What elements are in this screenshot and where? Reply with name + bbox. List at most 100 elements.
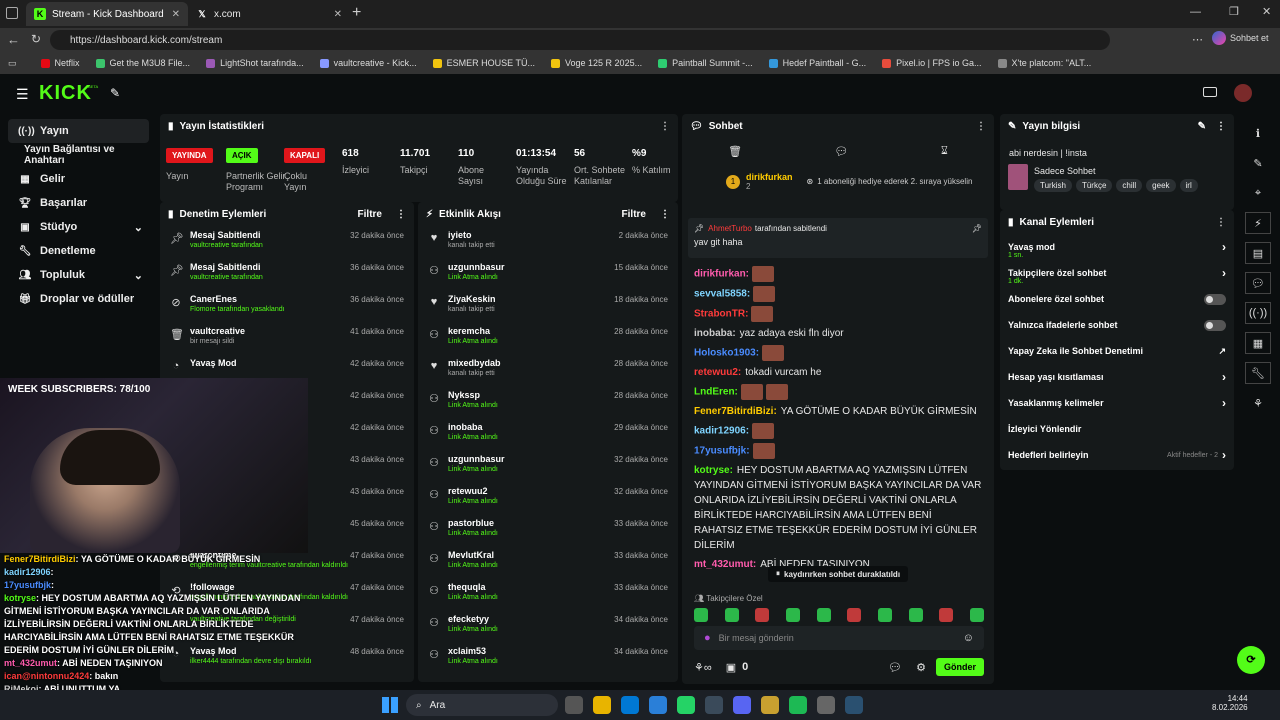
app-icon[interactable] (705, 696, 723, 714)
chat-username[interactable]: retewuu2: (694, 367, 741, 378)
emote-icon[interactable] (969, 608, 984, 622)
channel-action[interactable]: Abonelere özel sohbet (1000, 286, 1234, 312)
emote-icon[interactable] (877, 608, 892, 622)
list-item[interactable]: ♥ mixedbydab kanalı takip etti 28 dakika ön… (418, 354, 678, 386)
chat-username[interactable]: sevval5858: (694, 289, 750, 300)
channel-action[interactable]: Yapay Zeka ile Sohbet Denetimi ↗ (1000, 338, 1234, 364)
filter-button[interactable]: Filtre (622, 209, 646, 220)
bookmark-item[interactable]: Pixel.io | FPS io Ga... (882, 58, 982, 68)
tray-clock[interactable]: 14:44 8.02.2026 (1212, 694, 1248, 712)
chat-message[interactable]: kadir12906: (682, 421, 994, 441)
chat-settings-icon[interactable]: 💬︎ (888, 661, 902, 674)
chat-message[interactable]: kotryse: HEY DOSTUM ABARTMA AQ YAZMIŞSIN … (682, 461, 994, 555)
trash-icon[interactable]: 🗑︎ (728, 145, 742, 158)
emote-icon[interactable] (816, 608, 831, 622)
bookmark-item[interactable]: ESMER HOUSE TÜ... (432, 58, 535, 68)
list-item[interactable]: ⚇ xclaim53 Link Atma alındı 34 dakika önce (418, 642, 678, 674)
points-icon[interactable]: ▣ (726, 661, 736, 674)
pencil-icon[interactable]: ✎ (1198, 121, 1206, 132)
whatsapp-icon[interactable] (677, 696, 695, 714)
bookmark-item[interactable]: Netflix (40, 58, 80, 68)
list-item[interactable]: ⚇ keremcha Link Atma alındı 28 dakika önce (418, 322, 678, 354)
chat-message[interactable]: LndEren: (682, 382, 994, 402)
github-icon[interactable] (817, 696, 835, 714)
nav-studyo[interactable]: ▣ Stüdyo ⌄ (0, 215, 157, 239)
emote-icon[interactable] (694, 608, 708, 622)
file-explorer-icon[interactable] (593, 696, 611, 714)
list-item[interactable]: ♥ ZiyaKeskin kanalı takip etti 18 dakika ön… (418, 290, 678, 322)
nav-yayin-baglantisi[interactable]: Yayın Bağlantısı ve Anahtarı (0, 143, 157, 167)
url-field[interactable]: https://dashboard.kick.com/stream (50, 30, 1110, 50)
new-tab-icon[interactable]: + (352, 4, 361, 22)
chat-input[interactable]: ● Bir mesaj gönderin ☺ (694, 626, 984, 650)
tag-chip[interactable]: geek (1146, 179, 1176, 192)
chat-message[interactable]: Fener7BitirdiBizi: YA GÖTÜME O KADAR BÜYÜ… (682, 402, 994, 421)
bookmark-item[interactable]: Paintball Summit -... (658, 58, 753, 68)
list-item[interactable]: ⚇ thequqla Link Atma alındı 33 dakika önce (418, 578, 678, 610)
more-icon[interactable]: ⋮ (396, 209, 406, 220)
close-window-icon[interactable]: ✕ (1262, 5, 1271, 18)
wrench-icon[interactable]: 🔧︎ (1245, 362, 1271, 384)
chat-message[interactable]: inobaba: yaz adaya eski fln diyor (682, 324, 994, 343)
users-icon[interactable]: ⚘ (1245, 392, 1271, 414)
avatar[interactable] (1234, 84, 1252, 102)
tab-kick-dashboard[interactable]: K Stream - Kick Dashboard ✕ (26, 2, 188, 26)
list-item[interactable]: ⚇ MevlutKral Link Atma alındı 33 dakika önc… (418, 546, 678, 578)
tag-chip[interactable]: Türkçe (1075, 179, 1113, 192)
chat-message[interactable]: 17yusufbjk: (682, 441, 994, 461)
layout-icon[interactable] (1203, 87, 1217, 97)
bookmark-item[interactable]: X'te platcom: "ALT... (997, 58, 1091, 68)
kick-studio-icon[interactable] (761, 696, 779, 714)
toggle-switch[interactable] (1204, 293, 1226, 305)
chat-username[interactable]: kotryse: (694, 465, 733, 476)
chat-message[interactable]: retewuu2: tokadi vurcam he (682, 363, 994, 382)
back-icon[interactable]: ← (7, 32, 20, 47)
refresh-icon[interactable]: ↻ (31, 32, 41, 46)
minimize-icon[interactable]: — (1190, 6, 1201, 18)
list-item[interactable]: ⚇ retewuu2 Link Atma alındı 32 dakika önce (418, 482, 678, 514)
tab-x[interactable]: 𝕏 x.com ✕ (188, 2, 350, 26)
more-icon[interactable]: ⋮ (660, 121, 670, 132)
tag-chip[interactable]: Turkish (1034, 179, 1072, 192)
tag-chip[interactable]: chill (1116, 179, 1143, 192)
menu-icon[interactable]: ☰ (16, 86, 29, 103)
bolt-icon[interactable]: ⚡︎ (1245, 212, 1271, 234)
support-chat-icon[interactable]: ⟳ (1237, 646, 1265, 674)
chat-username[interactable]: LndEren: (694, 387, 738, 398)
doc-icon[interactable]: ▤ (1245, 242, 1271, 264)
chat-username[interactable]: Fener7BitirdiBizi: (694, 406, 777, 417)
emote-icon[interactable] (785, 608, 800, 622)
bubble-icon[interactable]: 💬︎ (835, 145, 849, 158)
list-item[interactable]: 📌︎ Mesaj Sabitlendi vaultcreative tarafınd… (160, 226, 414, 258)
collections-icon[interactable]: ▭ (8, 58, 17, 69)
emote-icon[interactable] (724, 608, 739, 622)
list-item[interactable]: ⚇ efecketyy Link Atma alındı 34 dakika önce (418, 610, 678, 642)
broadcast-icon[interactable]: ((·)) (1245, 302, 1271, 324)
bookmark-item[interactable]: vaultcreative - Kick... (319, 58, 417, 68)
nav-denetleme[interactable]: 🔧︎ Denetleme (0, 239, 157, 263)
list-item[interactable]: ⚇ uzgunnbasur Link Atma alındı 15 dakika ön… (418, 258, 678, 290)
list-item[interactable]: ♥ iyieto kanalı takip etti 2 dakika önce (418, 226, 678, 258)
chat-username[interactable]: Holosko1903: (694, 348, 759, 359)
nav-topluluk[interactable]: 👥︎ Topluluk ⌄ (0, 263, 157, 287)
nav-basarilar[interactable]: 🏆︎ Başarılar (0, 191, 157, 215)
list-item[interactable]: ⊘ CanerEnes Flomore tarafından yasaklandı 3… (160, 290, 414, 322)
hourglass-icon[interactable]: ⌛︎ (941, 145, 948, 158)
chat-username[interactable]: inobaba: (694, 328, 736, 339)
emote-icon[interactable] (908, 608, 923, 622)
nav-gelir[interactable]: ▦ Gelir (0, 167, 157, 191)
channel-action[interactable]: Yalnızca ifadelerle sohbet (1000, 312, 1234, 338)
chat-message[interactable]: sevval5858: (682, 284, 994, 304)
toggle-switch[interactable] (1204, 319, 1226, 331)
emoji-icon[interactable]: ☺ (963, 632, 974, 644)
chat-username[interactable]: StrabonTR: (694, 309, 748, 320)
restore-icon[interactable]: ❐ (1229, 5, 1239, 18)
steam-icon[interactable] (845, 696, 863, 714)
more-icon[interactable]: ⋮ (1216, 217, 1226, 228)
windows-start-icon[interactable] (382, 697, 398, 713)
channel-action[interactable]: İzleyici Yönlendir (1000, 416, 1234, 442)
list-item[interactable]: ⚇ Nykssp Link Atma alındı 28 dakika önce (418, 386, 678, 418)
emote-icon[interactable] (939, 608, 954, 622)
channel-action[interactable]: Yasaklanmış kelimeler › (1000, 390, 1234, 416)
chat-icon[interactable]: 💬︎ (1245, 272, 1271, 294)
